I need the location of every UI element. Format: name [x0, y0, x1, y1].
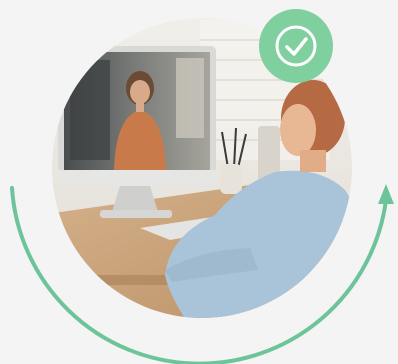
checkmark-badge: [259, 9, 333, 83]
monitor-stand: [112, 186, 158, 212]
illustration-stage: [0, 0, 398, 364]
video-call-illustration: [10, 9, 394, 364]
arrow-head-icon: [378, 184, 394, 204]
